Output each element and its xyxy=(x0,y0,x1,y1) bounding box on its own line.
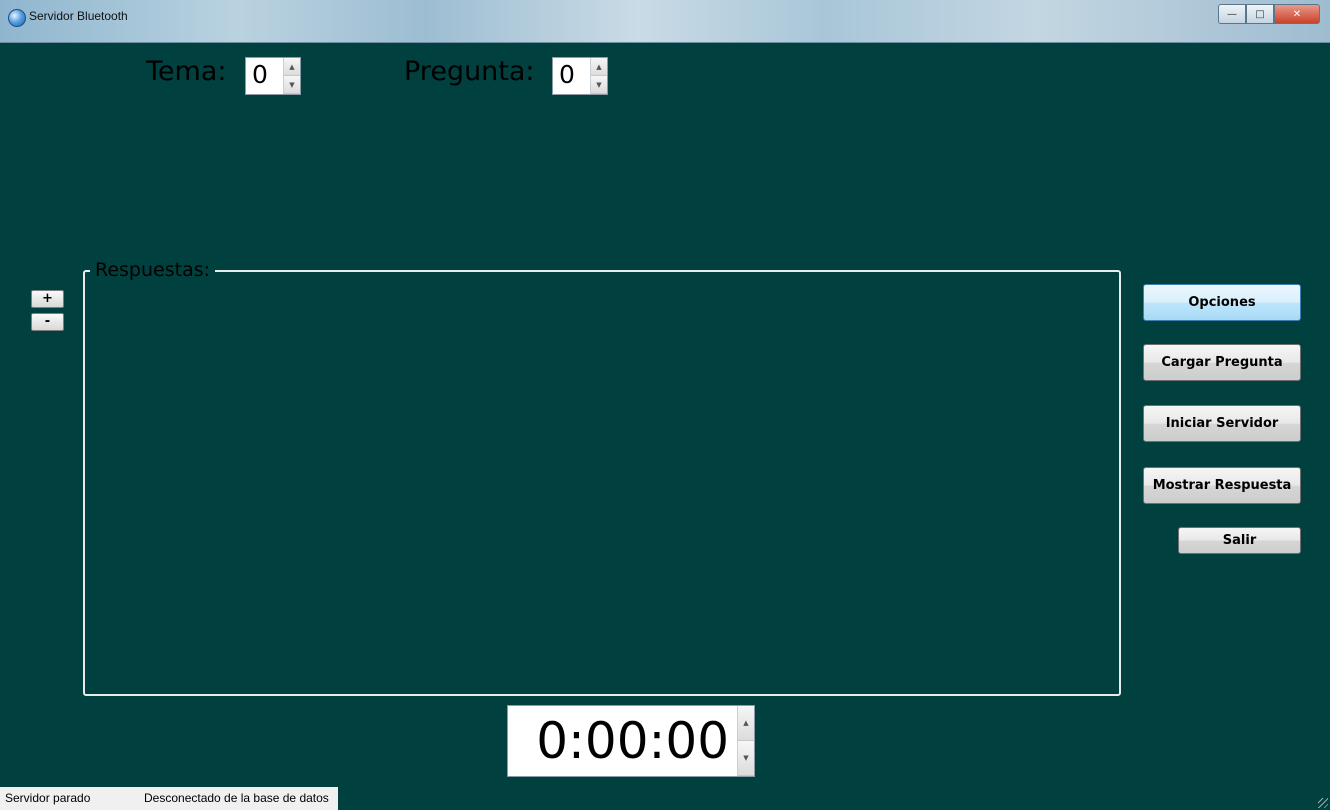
resize-grip-icon[interactable] xyxy=(1318,798,1328,808)
add-answer-button[interactable]: + xyxy=(31,290,64,308)
chevron-up-icon[interactable]: ▲ xyxy=(591,58,607,76)
database-status: Desconectado de la base de datos xyxy=(144,791,329,805)
server-status: Servidor parado xyxy=(5,791,91,805)
status-bar: Servidor parado Desconectado de la base … xyxy=(0,787,1330,810)
chevron-down-icon[interactable]: ▼ xyxy=(284,76,300,94)
chevron-up-icon[interactable]: ▲ xyxy=(738,706,754,741)
iniciar-servidor-button[interactable]: Iniciar Servidor xyxy=(1143,405,1301,442)
pregunta-spinner[interactable]: 0 ▲ ▼ xyxy=(552,57,608,95)
close-icon[interactable]: ✕ xyxy=(1274,4,1320,24)
chevron-down-icon[interactable]: ▼ xyxy=(738,741,754,776)
bluetooth-icon xyxy=(8,9,26,27)
timer-value[interactable]: 0:00:00 xyxy=(508,706,737,776)
window-title: Servidor Bluetooth xyxy=(29,9,128,23)
pregunta-label: Pregunta: xyxy=(404,56,535,87)
timer-spinner[interactable]: 0:00:00 ▲ ▼ xyxy=(507,705,755,777)
cargar-pregunta-button[interactable]: Cargar Pregunta xyxy=(1143,344,1301,381)
salir-button[interactable]: Salir xyxy=(1178,527,1301,554)
tema-value[interactable]: 0 xyxy=(246,58,283,94)
opciones-button[interactable]: Opciones xyxy=(1143,284,1301,321)
pregunta-value[interactable]: 0 xyxy=(553,58,590,94)
remove-answer-button[interactable]: - xyxy=(31,313,64,331)
tema-spinner[interactable]: 0 ▲ ▼ xyxy=(245,57,301,95)
chevron-down-icon[interactable]: ▼ xyxy=(591,76,607,94)
chevron-up-icon[interactable]: ▲ xyxy=(284,58,300,76)
minimize-icon[interactable]: — xyxy=(1218,4,1246,24)
maximize-icon[interactable]: □ xyxy=(1246,4,1274,24)
window-controls: — □ ✕ xyxy=(1218,4,1320,24)
mostrar-respuesta-button[interactable]: Mostrar Respuesta xyxy=(1143,467,1301,504)
answers-group xyxy=(83,270,1121,696)
title-bar: Servidor Bluetooth — □ ✕ xyxy=(0,0,1330,43)
tema-label: Tema: xyxy=(146,56,227,87)
answers-legend: Respuestas: xyxy=(90,258,216,282)
